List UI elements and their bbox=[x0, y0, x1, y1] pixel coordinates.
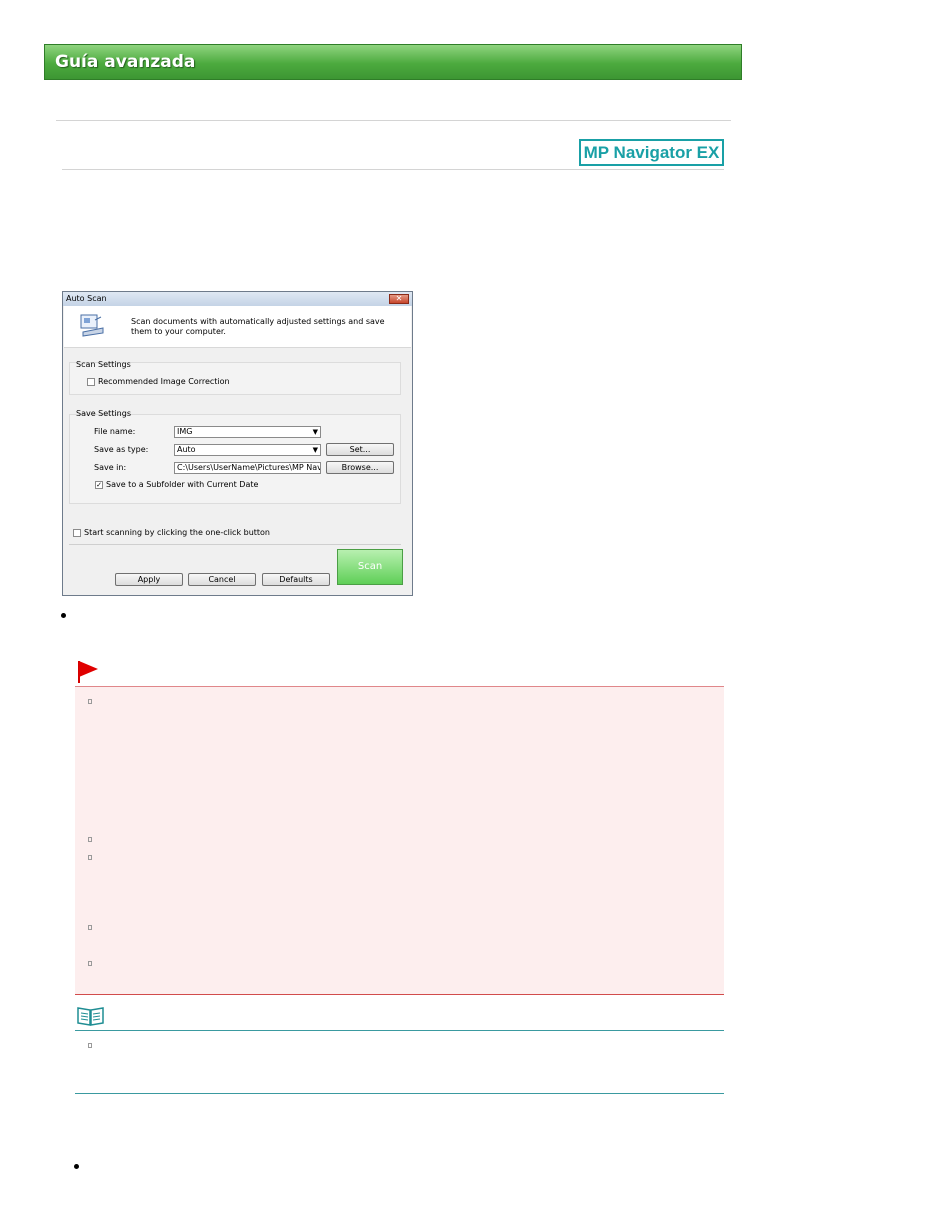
guide-banner: Guía avanzada bbox=[44, 44, 742, 80]
save-in-value: C:\Users\UserName\Pictures\MP Navigato bbox=[177, 463, 320, 472]
top-divider bbox=[56, 120, 731, 121]
file-name-label: File name: bbox=[94, 427, 136, 436]
browse-button[interactable]: Browse... bbox=[326, 461, 394, 474]
one-click-checkbox[interactable] bbox=[73, 529, 81, 537]
square-marker-icon bbox=[88, 961, 92, 966]
subfolder-label: Save to a Subfolder with Current Date bbox=[106, 480, 259, 489]
note-box bbox=[75, 1030, 724, 1094]
scan-button[interactable]: Scan bbox=[337, 549, 403, 585]
square-marker-icon bbox=[88, 1043, 92, 1048]
bullet-icon bbox=[61, 613, 66, 618]
recommended-correction-label: Recommended Image Correction bbox=[98, 377, 230, 386]
save-as-type-label: Save as type: bbox=[94, 445, 149, 454]
square-marker-icon bbox=[88, 837, 92, 842]
scan-settings-label: Scan Settings bbox=[76, 360, 131, 369]
chevron-down-icon: ▼ bbox=[312, 428, 318, 436]
save-as-type-select[interactable]: Auto ▼ bbox=[174, 444, 321, 456]
important-flag-icon bbox=[78, 661, 98, 683]
auto-scan-dialog: Auto Scan ✕ Scan documents with automati… bbox=[62, 291, 413, 596]
subfolder-checkbox[interactable]: ✓ bbox=[95, 481, 103, 489]
banner-title: Guía avanzada bbox=[55, 52, 196, 72]
defaults-button[interactable]: Defaults bbox=[262, 573, 330, 586]
set-button[interactable]: Set... bbox=[326, 443, 394, 456]
one-click-label: Start scanning by clicking the one-click… bbox=[84, 528, 271, 537]
dialog-divider bbox=[69, 544, 401, 545]
logo-divider bbox=[62, 169, 724, 170]
recommended-correction-checkbox[interactable] bbox=[87, 378, 95, 386]
save-settings-label: Save Settings bbox=[76, 409, 131, 418]
dialog-header: Scan documents with automatically adjust… bbox=[64, 306, 411, 348]
dialog-titlebar: Auto Scan ✕ bbox=[63, 292, 412, 306]
important-box bbox=[75, 686, 724, 995]
bullet-icon bbox=[74, 1164, 79, 1169]
square-marker-icon bbox=[88, 855, 92, 860]
dialog-title: Auto Scan bbox=[66, 294, 107, 303]
chevron-down-icon: ▼ bbox=[312, 446, 318, 454]
file-name-combobox[interactable]: IMG ▼ bbox=[174, 426, 321, 438]
save-as-type-value: Auto bbox=[177, 445, 196, 454]
cancel-button[interactable]: Cancel bbox=[188, 573, 256, 586]
close-icon[interactable]: ✕ bbox=[389, 294, 409, 304]
dialog-description: Scan documents with automatically adjust… bbox=[131, 317, 385, 336]
note-book-icon bbox=[77, 1007, 104, 1026]
file-name-value: IMG bbox=[177, 427, 193, 436]
save-in-field[interactable]: C:\Users\UserName\Pictures\MP Navigato bbox=[174, 462, 321, 474]
square-marker-icon bbox=[88, 699, 92, 704]
square-marker-icon bbox=[88, 925, 92, 930]
mp-navigator-logo: MP Navigator EX bbox=[579, 139, 724, 166]
save-in-label: Save in: bbox=[94, 463, 127, 472]
apply-button[interactable]: Apply bbox=[115, 573, 183, 586]
scanner-icon bbox=[80, 314, 104, 337]
